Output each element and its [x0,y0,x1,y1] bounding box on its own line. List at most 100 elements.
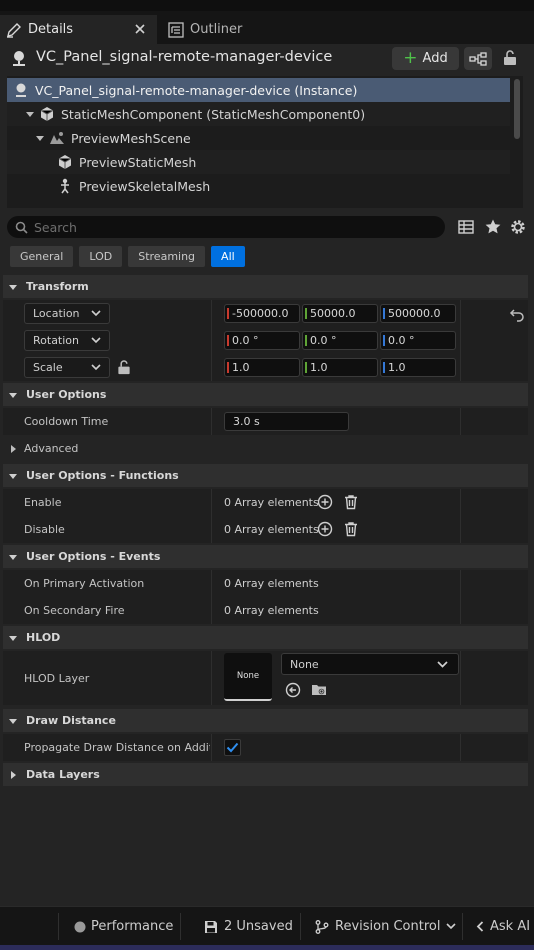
cooldown-field[interactable]: 3.0 s [224,412,349,431]
category-user-options-functions[interactable]: User Options - Functions [3,464,528,487]
filter-lod[interactable]: LOD [79,246,123,267]
rotation-mode-dropdown[interactable]: Rotation [24,330,110,351]
tree-item-instance[interactable]: VC_Panel_signal-remote-manager-device (I… [7,78,510,102]
add-element-icon[interactable] [317,494,333,510]
table-view-icon[interactable] [457,218,475,236]
tree-item-staticmeshcomponent[interactable]: StaticMeshComponent (StaticMeshComponent… [7,102,510,126]
chevron-down-icon [9,718,17,724]
category-title: Transform [26,280,89,293]
advanced-expander[interactable]: Advanced [3,435,528,462]
use-selected-icon[interactable] [285,682,301,698]
filter-bar: General LOD Streaming All [10,246,251,267]
tree-item-previewskeletalmesh[interactable]: PreviewSkeletalMesh [7,174,510,198]
blueprint-graph-icon [469,51,487,66]
cooldown-label: Cooldown Time [24,415,109,428]
scale-z-field[interactable]: 1.0 [380,358,456,377]
rotation-z-field[interactable]: 0.0 ° [380,331,456,350]
primary-label: On Primary Activation [24,577,145,590]
scale-x-field[interactable]: 1.0 [224,358,300,377]
rotation-x-field[interactable]: 0.0 ° [224,331,300,350]
trash-icon[interactable] [343,521,359,537]
location-z-field[interactable]: 500000.0 [380,304,456,323]
tree-item-previewstaticmesh[interactable]: PreviewStaticMesh [7,150,510,174]
property-scale: Scale 1.0 1.0 1.0 [3,354,528,381]
category-hlod[interactable]: HLOD [3,626,528,649]
close-icon[interactable] [133,22,147,36]
property-hlod-layer: HLOD Layer None None [3,651,528,705]
revision-control-button[interactable]: Revision Control [315,907,457,946]
category-title: User Options [26,388,107,401]
unsaved-label: 2 Unsaved [224,919,293,934]
category-draw-distance[interactable]: Draw Distance [3,709,528,732]
scale-mode-dropdown[interactable]: Scale [24,357,110,378]
chevron-down-icon[interactable] [35,133,45,143]
chevron-down-icon [91,310,101,317]
unsaved-button[interactable]: 2 Unsaved [204,907,293,946]
category-title: Draw Distance [26,714,116,727]
search-box[interactable] [7,216,445,238]
hlod-layer-dropdown[interactable]: None [281,653,459,675]
chevron-down-icon [9,284,17,290]
trash-icon[interactable] [343,494,359,510]
add-component-button[interactable]: + Add [392,47,459,70]
filter-all[interactable]: All [211,246,245,267]
hlod-asset-thumbnail[interactable]: None [224,653,272,701]
category-transform[interactable]: Transform [3,275,528,298]
primary-value: 0 Array elements [224,577,319,590]
component-tree: VC_Panel_signal-remote-manager-device (I… [7,76,523,208]
propagate-checkbox[interactable] [224,739,241,756]
propagate-label: Propagate Draw Distance on Additi... [24,741,210,754]
chevron-down-icon [9,473,17,479]
tab-outliner-label: Outliner [190,22,243,37]
performance-button[interactable]: Performance [74,907,173,946]
tab-outliner[interactable]: Outliner [162,15,292,44]
gear-icon[interactable] [509,218,527,236]
secondary-label: On Secondary Fire [24,604,125,617]
actor-icon [13,51,25,66]
property-on-secondary-fire: On Secondary Fire 0 Array elements [3,597,528,624]
filter-general[interactable]: General [10,246,74,267]
property-rotation: Rotation 0.0 ° 0.0 ° 0.0 ° [3,327,528,354]
property-location: Location -500000.0 50000.0 500000.0 [3,300,528,327]
reset-to-default-icon[interactable] [509,306,525,322]
search-input[interactable] [34,219,414,235]
location-y-field[interactable]: 50000.0 [302,304,378,323]
chevron-down-icon [9,392,17,398]
tree-item-label: VC_Panel_signal-remote-manager-device (I… [35,82,358,98]
tree-item-label: PreviewSkeletalMesh [79,178,211,194]
chevron-down-icon[interactable] [25,109,35,119]
location-x-field[interactable]: -500000.0 [224,304,300,323]
category-user-options-events[interactable]: User Options - Events [3,545,528,568]
lock-button[interactable] [500,48,520,68]
enable-value: 0 Array elements [224,496,319,509]
scene-icon [50,132,64,144]
window-bottom-strip [0,945,534,950]
tree-item-label: StaticMeshComponent (StaticMeshComponent… [61,106,366,122]
tree-item-previewmeshscene[interactable]: PreviewMeshScene [7,126,510,150]
performance-icon [74,921,86,932]
chevron-right-icon [11,770,16,779]
filter-streaming[interactable]: Streaming [128,246,206,267]
star-icon[interactable] [484,218,502,236]
tab-details[interactable]: Details [0,15,157,44]
category-data-layers[interactable]: Data Layers [3,763,528,786]
unlock-icon[interactable] [117,360,131,375]
category-user-options[interactable]: User Options [3,383,528,406]
actor-name: VC_Panel_signal-remote-manager-device [36,49,333,65]
browse-folder-icon[interactable] [311,682,327,698]
category-title: User Options - Functions [26,469,179,482]
add-element-icon[interactable] [317,521,333,537]
location-label: Location [33,307,80,320]
cube-icon [58,155,72,169]
location-mode-dropdown[interactable]: Location [24,303,110,324]
rotation-y-field[interactable]: 0.0 ° [302,331,378,350]
save-icon [205,920,217,933]
blueprint-button[interactable] [464,47,492,70]
chevron-down-icon [9,635,17,641]
status-bar: Performance 2 Unsaved Revision Control A… [0,906,534,945]
tree-scrollbar[interactable] [514,79,520,139]
scale-y-field[interactable]: 1.0 [302,358,378,377]
ask-ai-button[interactable]: Ask AI [476,907,530,946]
category-title: Data Layers [26,768,100,781]
window-top-strip [0,0,534,11]
